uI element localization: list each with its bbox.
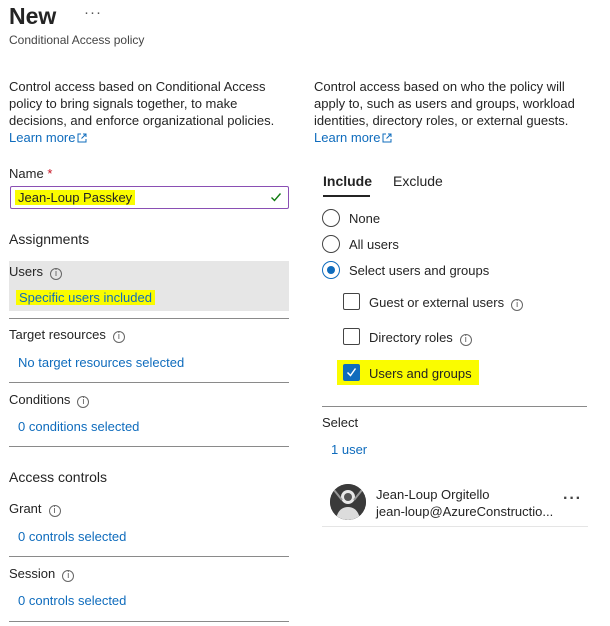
checkbox-directory-roles-control[interactable]: [343, 328, 360, 345]
right-description-text: Control access based on who the policy w…: [314, 79, 575, 128]
radio-select-users-groups[interactable]: Select users and groups: [322, 261, 522, 281]
right-learn-more-link[interactable]: Learn more: [314, 130, 392, 145]
info-icon[interactable]: i: [459, 334, 472, 346]
external-link-icon: [382, 133, 392, 143]
more-options-button[interactable]: ···: [84, 4, 102, 21]
policy-name-value: Jean-Loup Passkey: [15, 190, 136, 205]
tab-exclude[interactable]: Exclude: [393, 173, 443, 189]
info-icon[interactable]: i: [77, 396, 90, 408]
checkbox-users-groups-control[interactable]: [343, 364, 360, 381]
checkmark-icon: [346, 368, 357, 377]
session-label: Session: [9, 566, 56, 581]
divider: [9, 621, 289, 622]
target-resources-value[interactable]: No target resources selected: [18, 355, 184, 370]
radio-none-label: None: [349, 211, 381, 226]
divider: [9, 556, 289, 557]
select-label: Select: [322, 415, 359, 430]
users-value[interactable]: Specific users included: [16, 290, 155, 305]
grant-label: Grant: [9, 501, 42, 516]
assignments-heading: Assignments: [9, 231, 90, 247]
left-learn-more-link[interactable]: Learn more: [9, 130, 87, 145]
page-title: New: [9, 3, 57, 29]
grant-value[interactable]: 0 controls selected: [18, 529, 126, 544]
divider: [9, 318, 289, 319]
conditions-value[interactable]: 0 conditions selected: [18, 419, 139, 434]
users-label-row: Users i: [9, 264, 62, 280]
checkbox-directory-roles[interactable]: Directory roles i: [343, 328, 553, 348]
tab-include[interactable]: Include: [323, 173, 372, 189]
radio-all-users-control[interactable]: [322, 235, 340, 253]
policy-name-input[interactable]: Jean-Loup Passkey: [10, 186, 289, 209]
radio-select-users-groups-control[interactable]: [322, 261, 340, 279]
page-subtitle: Conditional Access policy: [9, 33, 145, 47]
name-label: Name *: [9, 166, 52, 181]
external-link-icon: [77, 133, 87, 143]
radio-none-control[interactable]: [322, 209, 340, 227]
avatar: [330, 484, 366, 520]
checkbox-users-groups-label: Users and groups: [369, 366, 472, 381]
conditions-label-row: Conditions i: [9, 392, 90, 408]
select-users-link[interactable]: 1 user: [331, 442, 367, 457]
user-name: Jean-Loup Orgitello: [376, 487, 490, 502]
name-label-text: Name: [9, 166, 44, 181]
target-resources-label-row: Target resources i: [9, 327, 125, 343]
checkbox-guest-external-label-row: Guest or external users i: [369, 295, 524, 311]
info-icon[interactable]: i: [62, 570, 75, 582]
left-description-text: Control access based on Conditional Acce…: [9, 79, 275, 128]
checkbox-directory-roles-label-row: Directory roles i: [369, 330, 472, 346]
right-learn-more-label: Learn more: [314, 130, 381, 145]
info-icon[interactable]: i: [511, 299, 524, 311]
user-more-button[interactable]: ···: [563, 490, 582, 508]
checkbox-guest-external[interactable]: Guest or external users i: [343, 293, 553, 313]
required-mark: *: [47, 166, 53, 181]
radio-all-users[interactable]: All users: [322, 235, 522, 255]
checkbox-guest-external-label: Guest or external users: [369, 295, 505, 310]
users-label: Users: [9, 264, 43, 279]
users-value-text: Specific users included: [16, 290, 155, 305]
right-description: Control access based on who the policy w…: [314, 78, 594, 146]
access-controls-heading: Access controls: [9, 469, 108, 485]
checkbox-directory-roles-label: Directory roles: [369, 330, 453, 345]
info-icon[interactable]: i: [48, 505, 61, 517]
conditions-label: Conditions: [9, 392, 71, 407]
valid-check-icon: [271, 193, 282, 202]
target-resources-label: Target resources: [9, 327, 106, 342]
session-value[interactable]: 0 controls selected: [18, 593, 126, 608]
users-assignment-item[interactable]: Users i Specific users included: [9, 261, 289, 311]
checkbox-guest-external-control[interactable]: [343, 293, 360, 310]
left-learn-more-label: Learn more: [9, 130, 76, 145]
radio-none[interactable]: None: [322, 209, 522, 229]
divider: [9, 446, 289, 447]
checkbox-users-groups[interactable]: Users and groups: [343, 364, 553, 384]
selected-user-row[interactable]: Jean-Loup Orgitello jean-loup@AzureConst…: [322, 479, 588, 527]
grant-label-row: Grant i: [9, 501, 61, 517]
divider: [322, 406, 587, 407]
session-label-row: Session i: [9, 566, 75, 582]
tab-include-indicator: [323, 195, 370, 197]
info-icon[interactable]: i: [49, 268, 62, 280]
radio-select-users-groups-label: Select users and groups: [349, 263, 490, 278]
user-photo-icon: [330, 484, 366, 520]
divider: [9, 382, 289, 383]
radio-all-users-label: All users: [349, 237, 399, 252]
left-description: Control access based on Conditional Acce…: [9, 78, 284, 146]
info-icon[interactable]: i: [112, 331, 125, 343]
user-email: jean-loup@AzureConstructio...: [376, 504, 554, 519]
